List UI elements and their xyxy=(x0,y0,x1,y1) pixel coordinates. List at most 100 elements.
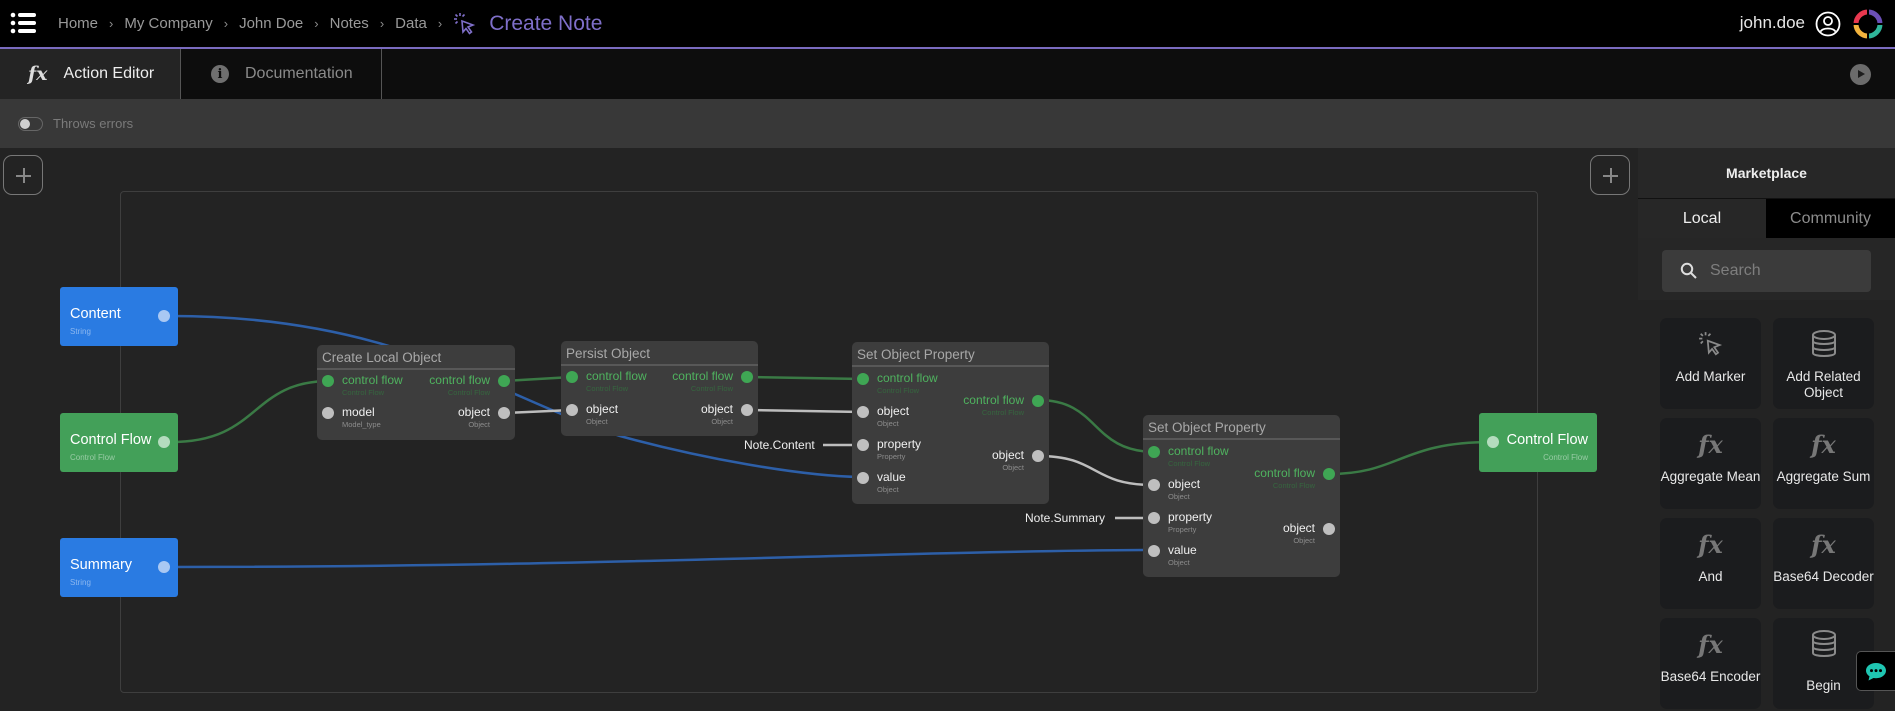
database-icon xyxy=(1811,630,1836,657)
port-name: property xyxy=(877,437,922,451)
breadcrumb-home[interactable]: Home xyxy=(58,15,98,32)
item-aggregate-mean[interactable]: fx Aggregate Mean xyxy=(1660,418,1761,509)
graph-canvas[interactable]: Content String Control Flow Control Flow… xyxy=(0,148,1638,711)
throws-errors-toggle[interactable] xyxy=(18,117,43,131)
fx-icon: fx xyxy=(28,63,48,85)
port-dot[interactable] xyxy=(1148,479,1160,491)
breadcrumb: Home › My Company › John Doe › Notes › D… xyxy=(58,0,602,47)
port-dot[interactable] xyxy=(857,406,869,418)
fx-icon: fx xyxy=(1811,429,1836,459)
port-name: object xyxy=(586,402,619,416)
app-logo[interactable] xyxy=(1853,9,1883,39)
port-dot[interactable] xyxy=(566,371,578,383)
port-name: control flow xyxy=(342,373,403,387)
cursor-click-icon xyxy=(454,12,476,35)
node-type: String xyxy=(70,327,91,336)
item-aggregate-sum[interactable]: fx Aggregate Sum xyxy=(1773,418,1874,509)
port-type: Object xyxy=(1002,463,1024,472)
port-dot[interactable] xyxy=(498,375,510,387)
search-icon xyxy=(1680,262,1697,279)
port-dot[interactable] xyxy=(1148,512,1160,524)
port-dot[interactable] xyxy=(1148,446,1160,458)
chat-bubble-icon xyxy=(1866,663,1886,681)
input-node-summary[interactable]: Summary String xyxy=(60,538,178,597)
marketplace-title: Marketplace xyxy=(1638,148,1895,198)
port-type: Object xyxy=(711,417,733,426)
output-port[interactable] xyxy=(158,310,170,322)
fx-icon: fx xyxy=(1811,529,1836,559)
fx-icon: fx xyxy=(1698,529,1723,559)
item-label: Aggregate Sum xyxy=(1776,469,1871,484)
port-dot[interactable] xyxy=(857,439,869,451)
tab-documentation[interactable]: i Documentation xyxy=(181,49,382,99)
breadcrumb-john-doe[interactable]: John Doe xyxy=(239,15,303,32)
breadcrumb-data[interactable]: Data xyxy=(395,15,427,32)
port-dot[interactable] xyxy=(741,371,753,383)
item-and[interactable]: fx And xyxy=(1660,518,1761,609)
node-type: Control Flow xyxy=(70,453,115,462)
tab-action-editor[interactable]: fx Action Editor xyxy=(0,49,181,99)
item-add-marker[interactable]: Add Marker xyxy=(1660,318,1761,409)
item-base64-decoder[interactable]: fx Base64 Decoder xyxy=(1773,518,1874,609)
port-name: property xyxy=(1168,510,1213,524)
item-add-related-object[interactable]: Add Related Object xyxy=(1773,318,1874,409)
port-dot[interactable] xyxy=(498,407,510,419)
input-port[interactable] xyxy=(1487,436,1499,448)
port-dot[interactable] xyxy=(1323,523,1335,535)
port-dot[interactable] xyxy=(1148,545,1160,557)
node-set-object-property-2[interactable]: Set Object Property control flow Control… xyxy=(1143,415,1340,577)
menu-icon[interactable] xyxy=(10,12,36,34)
tab-community[interactable]: Community xyxy=(1766,199,1895,239)
breadcrumb-my-company[interactable]: My Company xyxy=(124,15,212,32)
output-port[interactable] xyxy=(158,436,170,448)
node-type: Control Flow xyxy=(1543,453,1588,462)
cursor-click-icon xyxy=(1698,332,1722,356)
search-input[interactable] xyxy=(1710,262,1860,280)
user-account-icon[interactable] xyxy=(1815,11,1841,37)
port-dot[interactable] xyxy=(322,407,334,419)
search-area xyxy=(1638,238,1895,300)
node-set-object-property-1[interactable]: Set Object Property control flow Control… xyxy=(852,342,1049,504)
options-bar: Throws errors xyxy=(0,99,1895,148)
port-dot[interactable] xyxy=(857,472,869,484)
output-port[interactable] xyxy=(158,561,170,573)
search-box[interactable] xyxy=(1662,250,1871,292)
port-type: Control Flow xyxy=(342,388,385,397)
port-type: Property xyxy=(877,452,906,461)
item-label: Aggregate Mean xyxy=(1660,469,1761,484)
port-name: object xyxy=(1282,521,1315,535)
port-dot[interactable] xyxy=(322,375,334,387)
wire-flow-create xyxy=(170,379,329,444)
port-type: Control Flow xyxy=(447,388,490,397)
breadcrumb-current: Create Note xyxy=(453,12,602,36)
node-title: Set Object Property xyxy=(852,342,1049,367)
node-title: Create Local Object xyxy=(317,345,515,370)
port-type: Object xyxy=(1293,536,1315,545)
port-dot[interactable] xyxy=(1032,395,1044,407)
port-dot[interactable] xyxy=(857,373,869,385)
tab-local[interactable]: Local xyxy=(1638,199,1766,239)
port-type: Control Flow xyxy=(586,384,629,393)
wires-layer xyxy=(170,314,1493,569)
port-dot[interactable] xyxy=(741,404,753,416)
port-name: object xyxy=(877,404,910,418)
wire-object-persist-set1 xyxy=(747,408,864,414)
constant-note-content[interactable]: Note.Content xyxy=(744,438,815,452)
node-create-local-object[interactable]: Create Local Object control flow Control… xyxy=(317,345,515,440)
breadcrumb-notes[interactable]: Notes xyxy=(330,15,369,32)
run-button[interactable] xyxy=(1850,64,1871,85)
port-dot[interactable] xyxy=(566,404,578,416)
username[interactable]: john.doe xyxy=(1740,13,1805,33)
port-name: control flow xyxy=(672,369,733,383)
info-icon: i xyxy=(211,65,229,83)
constant-note-summary[interactable]: Note.Summary xyxy=(1025,511,1105,525)
port-dot[interactable] xyxy=(1323,468,1335,480)
port-dot[interactable] xyxy=(1032,450,1044,462)
chat-button[interactable] xyxy=(1856,651,1895,691)
output-node-control-flow[interactable]: Control Flow Control Flow xyxy=(1479,413,1597,472)
input-node-control-flow[interactable]: Control Flow Control Flow xyxy=(60,413,178,472)
item-base64-encoder[interactable]: fx Base64 Encoder xyxy=(1660,618,1761,709)
node-persist-object[interactable]: Persist Object control flow Control Flow… xyxy=(561,341,758,436)
port-type: Object xyxy=(1168,492,1190,501)
input-node-content[interactable]: Content String xyxy=(60,287,178,346)
